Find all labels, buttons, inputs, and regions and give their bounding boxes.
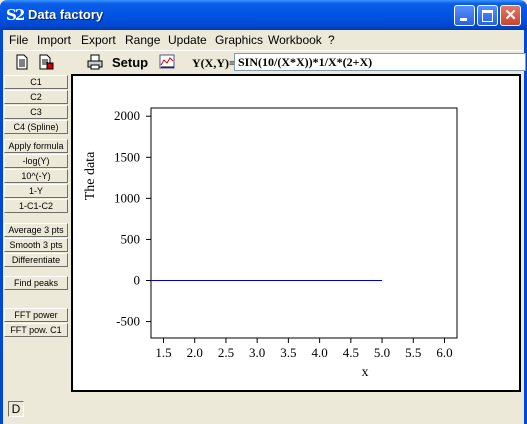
app-icon: S2 (6, 6, 25, 24)
x-tick-label: 2.5 (218, 345, 234, 360)
x-tick-label: 5.5 (405, 345, 421, 360)
y-tick-label: 1000 (114, 190, 140, 205)
find-peaks-button[interactable]: Find peaks (4, 276, 68, 290)
printer-icon[interactable] (87, 54, 103, 70)
y-axis-label: The data (83, 151, 98, 200)
x-axis-label: x (362, 365, 369, 380)
x-tick-label: 3.0 (249, 345, 265, 360)
plot-area (150, 107, 458, 339)
one-minus-c1-c2-button[interactable]: 1-C1-C2 (4, 199, 68, 213)
x-tick-label: 6.0 (436, 345, 452, 360)
c4-spline-button[interactable]: C4 (Spline) (4, 120, 68, 134)
toolbar: Setup Y(X,Y)= SIN(10/(X*X))*1/X*(2+X) (4, 50, 526, 73)
apply-formula-button[interactable]: Apply formula (4, 139, 68, 153)
y-tick-label: -500 (116, 314, 140, 329)
close-button[interactable]: ✕ (500, 5, 521, 26)
menu-bar: File Import Export Range Update Graphics… (4, 31, 523, 49)
status-bar: D (0, 398, 527, 424)
close-icon: ✕ (504, 7, 517, 24)
x-tick-label: 1.5 (155, 345, 171, 360)
window-title: Data factory (28, 7, 104, 22)
c3-button[interactable]: C3 (4, 105, 68, 119)
graph-panel[interactable]: 1.5 2.0 2.5 3.0 3.5 4.0 4.5 5.0 5.5 6.0 2000 1500 1… (71, 74, 521, 392)
menu-import[interactable]: Import (37, 33, 71, 47)
y-tick-label: 2000 (114, 108, 140, 123)
y-tick-label: 500 (121, 231, 141, 246)
differentiate-button[interactable]: Differentiate (4, 253, 68, 267)
x-tick-label: 4.0 (311, 345, 327, 360)
one-minus-y-button[interactable]: 1-Y (4, 184, 68, 198)
ten-pow-neg-y-button[interactable]: 10^(-Y) (4, 169, 68, 183)
chart-icon[interactable] (159, 54, 175, 70)
menu-help[interactable]: ? (328, 33, 335, 47)
x-tick-label: 4.5 (343, 345, 359, 360)
formula-label: Y(X,Y)= (192, 56, 236, 70)
menu-update[interactable]: Update (168, 33, 207, 47)
fft-power-button[interactable]: FFT power (4, 308, 68, 322)
average-3-pts-button[interactable]: Average 3 pts (4, 223, 68, 237)
smooth-3-pts-button[interactable]: Smooth 3 pts (4, 238, 68, 252)
menu-file[interactable]: File (9, 33, 28, 47)
chart: 1.5 2.0 2.5 3.0 3.5 4.0 4.5 5.0 5.5 6.0 2000 1500 1… (83, 107, 458, 380)
title-bar: S2 Data factory ✕ (0, 0, 527, 30)
save-document-icon[interactable] (38, 54, 54, 70)
y-tick-label: 1500 (114, 149, 140, 164)
menu-export[interactable]: Export (81, 33, 116, 47)
new-document-icon[interactable] (14, 54, 30, 70)
formula-input[interactable]: SIN(10/(X*X))*1/X*(2+X) (234, 53, 526, 71)
menu-graphics[interactable]: Graphics (215, 33, 263, 47)
c1-button[interactable]: C1 (4, 75, 68, 89)
x-tick-label: 2.0 (187, 345, 203, 360)
minimize-button[interactable] (454, 5, 475, 26)
x-tick-label: 5.0 (374, 345, 390, 360)
neg-log-y-button[interactable]: -log(Y) (4, 154, 68, 168)
fft-pow-c1-button[interactable]: FFT pow. C1 (4, 323, 68, 337)
maximize-button[interactable] (477, 5, 498, 26)
window-border-left (0, 30, 3, 424)
menu-workbook[interactable]: Workbook (268, 33, 322, 47)
setup-button[interactable]: Setup (112, 55, 148, 70)
c2-button[interactable]: C2 (4, 90, 68, 104)
menu-range[interactable]: Range (125, 33, 160, 47)
x-tick-label: 3.5 (280, 345, 296, 360)
status-indicator: D (8, 401, 24, 417)
y-tick-label: 0 (134, 273, 141, 288)
